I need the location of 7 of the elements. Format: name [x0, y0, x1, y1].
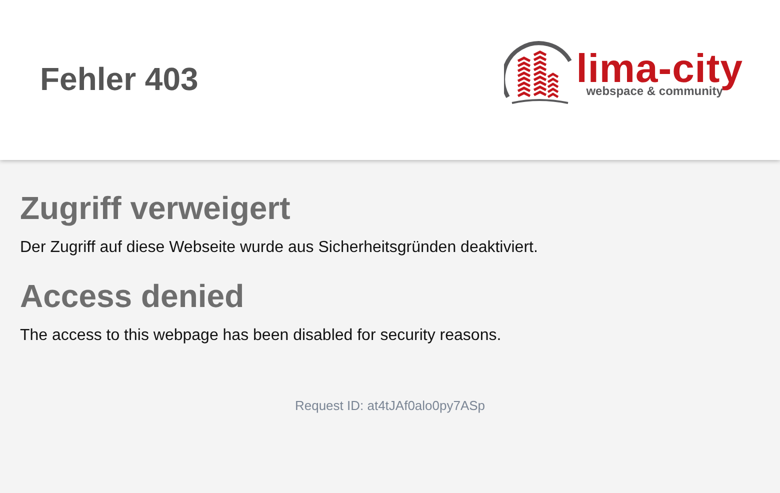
section-text: Der Zugriff auf diese Webseite wurde aus Sicherheitsgründen deaktiviert.	[20, 238, 539, 258]
request-id: Request ID: at4tJAf0alo0py7ASp	[294, 398, 486, 413]
building-logo-icon	[504, 41, 574, 107]
section-text: The access to this webpage has been disabled for security reasons.	[20, 326, 502, 346]
error-title: Fehler 403	[40, 60, 198, 98]
section-heading: Zugriff verweigert	[20, 189, 292, 228]
section-heading: Access denied	[20, 277, 246, 316]
